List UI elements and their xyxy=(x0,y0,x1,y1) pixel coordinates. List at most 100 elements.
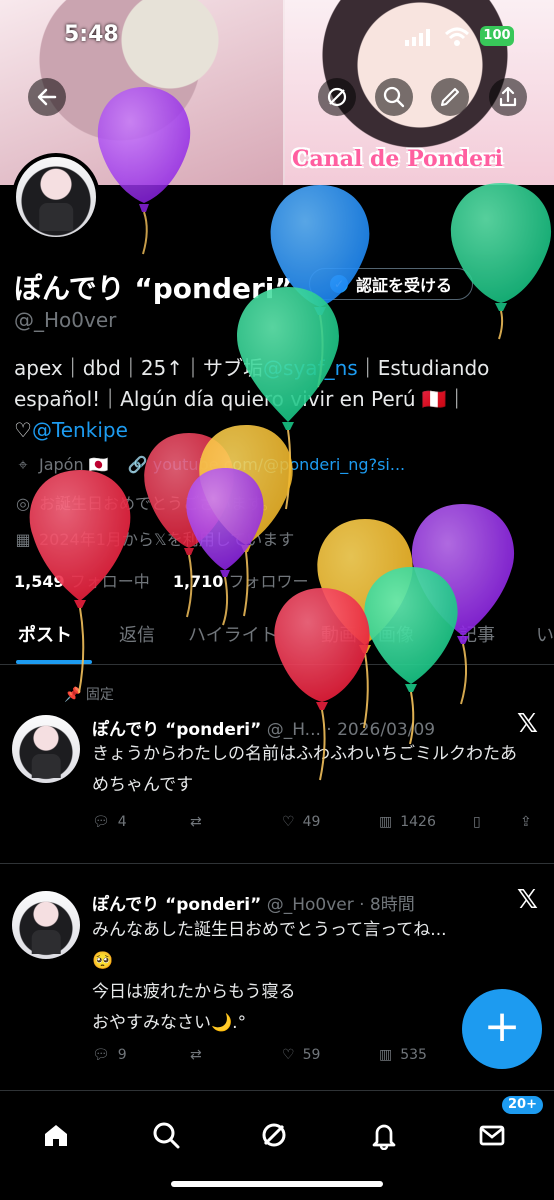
share-icon: ⇪ xyxy=(520,814,532,830)
messages-badge: 20+ xyxy=(500,1094,545,1116)
reply-icon: 💬︎ xyxy=(92,814,110,830)
post-header: ぽんでり “ponderi” @_Ho0ver · 8時間 xyxy=(92,890,415,915)
reply-count: 9 xyxy=(117,1047,127,1063)
balloon-purple-right xyxy=(411,504,515,705)
bookmark-icon: ▯ xyxy=(473,814,481,830)
followers-label: フォロワー xyxy=(228,572,309,591)
share-profile-button[interactable] xyxy=(489,78,527,116)
following-count: 1,549 xyxy=(14,572,65,591)
search-icon xyxy=(153,1122,180,1149)
profile-meta-location-web: ⌖ Japón 🇯🇵 🔗 youtube.com/@ponderi_ng?si... xyxy=(14,455,405,475)
pinned-indicator: 📌 固定 xyxy=(64,684,114,704)
following-count-link[interactable]: 1,549 フォロー中 xyxy=(14,572,150,591)
share-icon xyxy=(499,86,517,107)
bio-mention-syaf[interactable]: @syaf_ns xyxy=(263,356,358,380)
x-logo-icon: 𝕏 xyxy=(517,885,538,915)
profile-joined: 2024年1月から𝕏を利用しています xyxy=(39,530,295,549)
pinned-label: 固定 xyxy=(85,687,114,703)
repost-icon: ⇄ xyxy=(190,1047,202,1063)
search-icon xyxy=(383,86,405,108)
bio-mention-tenkipe[interactable]: @Tenkipe xyxy=(32,418,128,442)
get-verified-button[interactable]: ✓ 認証を受ける xyxy=(309,268,473,300)
compose-post-button[interactable]: + xyxy=(462,989,542,1069)
share-post-button[interactable]: ⇪ xyxy=(520,814,532,830)
verified-check-icon: ✓ xyxy=(329,275,348,293)
views-button[interactable]: ▥ 535 xyxy=(379,1047,427,1063)
nav-messages[interactable] xyxy=(466,1113,518,1157)
profile-display-name: ぽんでり “ponderi” xyxy=(14,272,293,305)
profile-meta-joined: ▦ 2024年1月から𝕏を利用しています xyxy=(14,526,294,550)
get-verified-label: 認証を受ける xyxy=(355,276,452,295)
bookmark-button[interactable]: ▯ xyxy=(473,814,481,830)
balloon-icon: ◎ xyxy=(16,494,30,513)
reply-button[interactable]: 💬︎ 9 xyxy=(92,1047,127,1063)
tab-posts[interactable]: ポスト xyxy=(18,621,72,647)
bio-text-1: apex｜dbd｜25↑｜サブ垢 xyxy=(14,356,264,380)
tab-more[interactable]: い xyxy=(536,621,554,647)
views-button[interactable]: ▥ 1426 xyxy=(379,814,436,830)
repost-button[interactable]: ⇄ xyxy=(190,814,210,830)
arrow-left-icon xyxy=(37,88,57,106)
post-avatar[interactable] xyxy=(12,715,80,783)
edit-profile-button[interactable] xyxy=(431,78,469,116)
back-button[interactable] xyxy=(28,78,66,116)
nav-home[interactable] xyxy=(30,1113,82,1157)
x-logo-icon: 𝕏 xyxy=(517,709,538,739)
nav-notifications[interactable] xyxy=(358,1113,410,1157)
like-count: 49 xyxy=(302,814,321,830)
profile-website-link[interactable]: youtube.com/@ponderi_ng?si... xyxy=(153,455,405,474)
nav-grok[interactable] xyxy=(248,1113,300,1157)
like-button[interactable]: ♡ 49 xyxy=(282,814,320,830)
status-time: 5:48 xyxy=(64,22,119,47)
following-label: フォロー中 xyxy=(69,572,150,591)
grok-icon xyxy=(262,1123,286,1147)
reply-button[interactable]: 💬︎ 4 xyxy=(92,814,127,830)
heart-icon: ♡ xyxy=(282,814,295,830)
bio-text-3: español!｜Algún día quiero vivir en Perú … xyxy=(14,387,467,411)
tab-replies[interactable]: 返信 xyxy=(119,621,155,647)
notifications-icon xyxy=(372,1124,396,1150)
pin-icon: 📌 xyxy=(64,687,82,703)
profile-search-button[interactable] xyxy=(375,78,413,116)
follow-counts: 1,549 フォロー中 1,710 フォロワー xyxy=(14,568,309,592)
tab-articles[interactable]: 記事 xyxy=(459,621,495,647)
messages-icon xyxy=(479,1125,505,1146)
views-icon: ▥ xyxy=(379,1047,393,1063)
active-tab-indicator xyxy=(16,660,92,664)
bio-text-2: ｜Estudiando xyxy=(357,356,490,380)
like-button[interactable]: ♡ 59 xyxy=(282,1047,320,1063)
profile-bio: apex｜dbd｜25↑｜サブ垢@syaf_ns｜Estudiando espa… xyxy=(14,353,542,446)
post-avatar[interactable] xyxy=(12,891,80,959)
post-header: ぽんでり “ponderi” @_H... · 2026/03/09 xyxy=(92,715,435,740)
followers-count-link[interactable]: 1,710 フォロワー xyxy=(173,572,309,591)
location-pin-icon: ⌖ xyxy=(18,455,28,474)
tab-images[interactable]: 画像 xyxy=(378,621,414,647)
tab-highlights[interactable]: ハイライト xyxy=(188,621,278,647)
views-count: 1426 xyxy=(400,814,436,830)
wifi-icon xyxy=(444,27,470,46)
signal-icon xyxy=(405,29,430,46)
banner-overlay-text: Canal de Ponderi xyxy=(292,146,504,172)
views-icon: ▥ xyxy=(379,814,393,830)
tab-videos[interactable]: 動画 xyxy=(321,621,357,647)
status-bar: 5:48 100 xyxy=(0,18,554,54)
reply-icon: 💬︎ xyxy=(92,1047,110,1063)
post-actions: 💬︎ 4 ⇄ ♡ 49 ▥ 1426 ▯ ⇪ xyxy=(92,814,536,840)
repost-button[interactable]: ⇄ xyxy=(190,1047,210,1063)
nav-search[interactable] xyxy=(140,1113,192,1157)
repost-icon: ⇄ xyxy=(190,814,202,830)
post-separator xyxy=(0,863,554,864)
post-author-name[interactable]: ぽんでり “ponderi” xyxy=(92,720,261,740)
grok-button[interactable] xyxy=(318,78,356,116)
post-text: きょうからわたしの名前はふわふわいちごミルクわたあめちゃんです xyxy=(92,744,517,795)
home-icon xyxy=(45,1125,67,1146)
profile-handle: @_Ho0ver xyxy=(14,308,117,332)
post-author-name[interactable]: ぽんでり “ponderi” xyxy=(92,895,261,915)
followers-count: 1,710 xyxy=(172,572,224,591)
post-card-pinned[interactable]: ぽんでり “ponderi” @_H... · 2026/03/09 𝕏 きょう… xyxy=(0,705,554,863)
slashed-circle-icon xyxy=(327,87,347,107)
profile-avatar[interactable] xyxy=(12,153,100,241)
link-icon: 🔗 xyxy=(127,455,148,474)
bio-heart: ♡ xyxy=(14,418,32,442)
like-count: 59 xyxy=(302,1047,321,1063)
